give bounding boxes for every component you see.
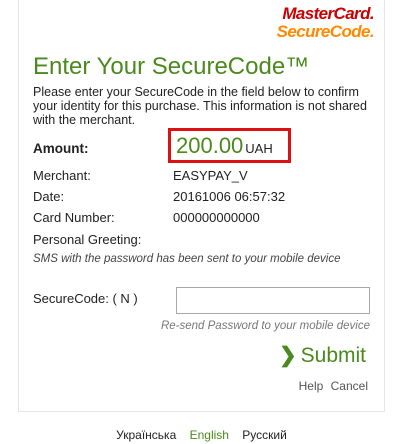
language-ukrainian[interactable]: Українська bbox=[116, 428, 176, 442]
logo-brand-bottom: SecureCode. bbox=[276, 22, 375, 41]
amount-currency: UAH bbox=[245, 141, 273, 156]
logo-brand-top: MasterCard. bbox=[282, 4, 374, 23]
merchant-label: Merchant: bbox=[33, 168, 91, 183]
securecode-panel: MasterCard. SecureCode. Enter Your Secur… bbox=[18, 0, 385, 412]
footer-links: Help Cancel bbox=[299, 379, 368, 393]
card-number-mask bbox=[262, 205, 312, 231]
submit-button[interactable]: ❯ Submit bbox=[279, 343, 366, 368]
amount-label: Amount: bbox=[33, 141, 89, 156]
card-number-label: Card Number: bbox=[33, 210, 115, 225]
intro-text: Please enter your SecureCode in the fiel… bbox=[33, 85, 367, 127]
amount-number: 200.00 bbox=[176, 133, 244, 158]
chevron-right-icon: ❯ bbox=[279, 344, 297, 367]
resend-password-link[interactable]: Re-send Password to your mobile device bbox=[161, 320, 370, 332]
greeting-label: Personal Greeting: bbox=[33, 232, 142, 247]
date-label: Date: bbox=[33, 189, 65, 204]
amount-value: 200.00 UAH bbox=[176, 133, 273, 159]
phone-mask bbox=[77, 264, 167, 280]
card-number-value: 000000000000 bbox=[173, 210, 260, 225]
submit-label: Submit bbox=[300, 344, 366, 367]
securecode-label: SecureCode: ( N ) bbox=[33, 291, 138, 306]
mastercard-securecode-logo: MasterCard. SecureCode. bbox=[274, 4, 375, 41]
help-link[interactable]: Help bbox=[299, 379, 324, 393]
language-switcher: Українська English Русский bbox=[0, 428, 403, 442]
date-value: 20161006 06:57:32 bbox=[173, 189, 286, 204]
securecode-input[interactable] bbox=[176, 287, 370, 314]
page-title: Enter Your SecureCode™ bbox=[33, 53, 310, 80]
cancel-link[interactable]: Cancel bbox=[331, 379, 368, 393]
language-russian[interactable]: Русский bbox=[242, 428, 287, 442]
merchant-value: EASYPAY_V bbox=[173, 168, 248, 183]
language-english[interactable]: English bbox=[190, 428, 229, 442]
